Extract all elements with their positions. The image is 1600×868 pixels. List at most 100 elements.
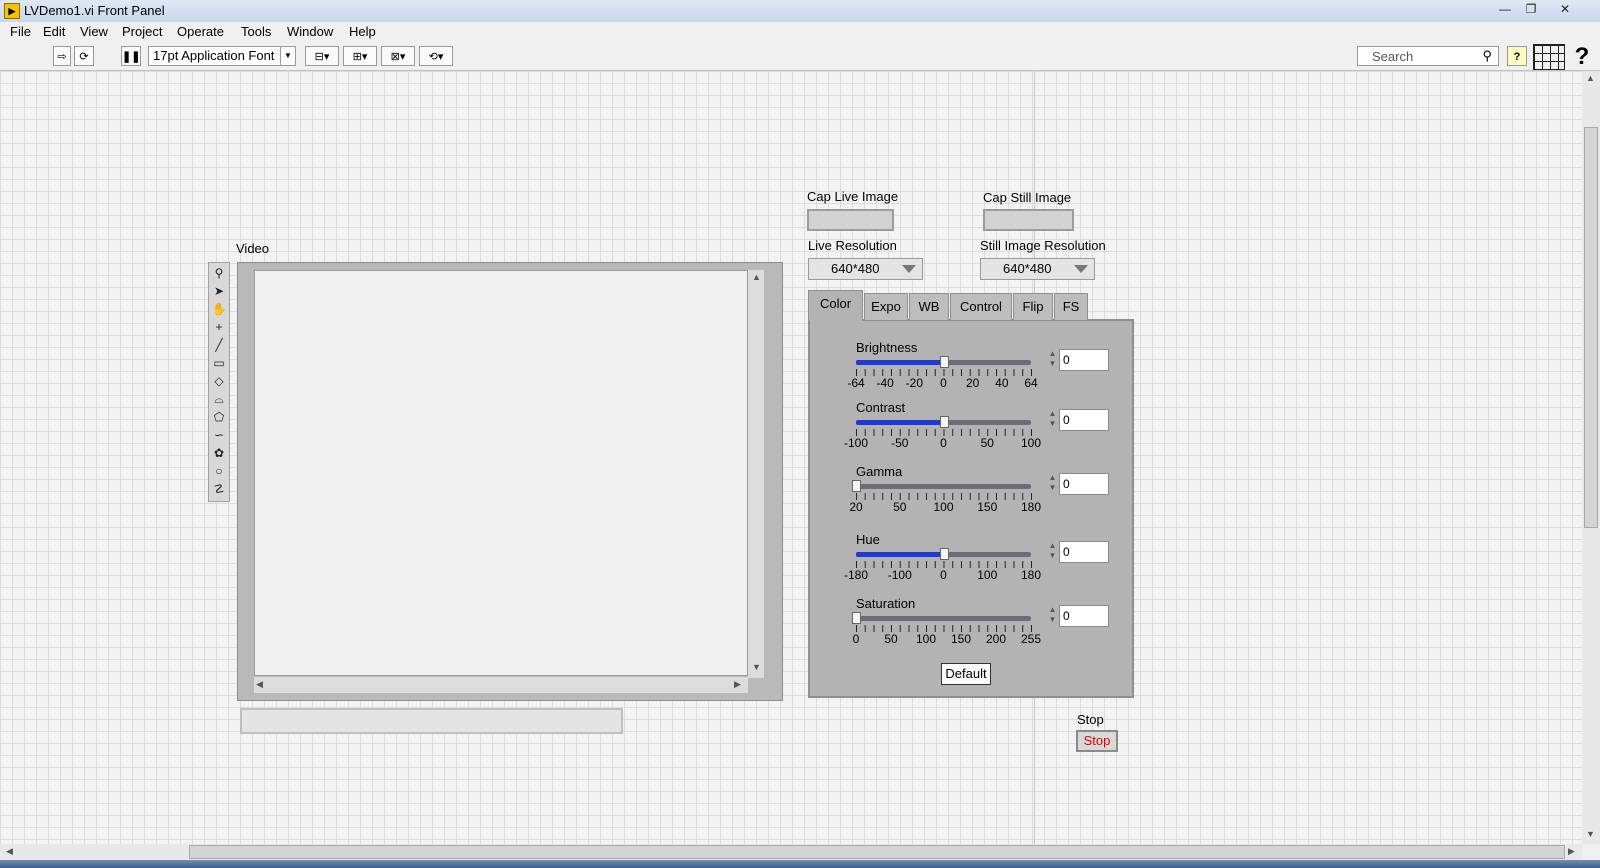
slider-value-field[interactable]: 0	[1059, 541, 1109, 563]
tab-flip[interactable]: Flip	[1013, 293, 1053, 320]
menu-file[interactable]: File	[10, 24, 31, 39]
slider-ticks	[856, 369, 1032, 376]
slider-thumb[interactable]	[940, 416, 949, 428]
video-vertical-scrollbar[interactable]: ▲ ▼	[748, 270, 764, 678]
toolbar: ⇨ ⟳ ❚❚ 17pt Application Font ▼ ⊟▾ ⊞▾ ⊠▾ …	[0, 42, 1600, 71]
scroll-left-icon[interactable]: ◀	[256, 679, 263, 690]
video-display[interactable]	[254, 270, 748, 676]
slider-thumb[interactable]	[852, 612, 861, 624]
font-select-value: 17pt Application Font	[153, 48, 275, 63]
slider-fill	[856, 360, 944, 365]
menu-tools[interactable]: Tools	[241, 24, 271, 39]
polygon-icon[interactable]: ⬠	[209, 408, 229, 426]
resize-objects-icon[interactable]: ⊠▾	[381, 46, 415, 66]
pause-icon[interactable]: ❚❚	[121, 46, 141, 66]
slider-scale-label: -50	[891, 436, 909, 450]
distribute-objects-icon[interactable]: ⊞▾	[343, 46, 377, 66]
slider-value-field[interactable]: 0	[1059, 473, 1109, 495]
live-resolution-label: Live Resolution	[808, 238, 897, 253]
run-arrow-icon[interactable]: ⇨	[53, 46, 71, 66]
slider-scale-label: 255	[1020, 632, 1042, 646]
restore-button[interactable]: ❐	[1522, 1, 1540, 18]
point-icon[interactable]: +	[209, 318, 229, 336]
menu-help[interactable]: Help	[349, 24, 376, 39]
scroll-up-icon[interactable]: ▲	[1586, 73, 1595, 83]
freehand-region-icon[interactable]: ✿	[209, 444, 229, 462]
search-input[interactable]: Search ⚲	[1357, 46, 1499, 66]
slider-track[interactable]	[856, 484, 1031, 489]
scroll-down-icon[interactable]: ▼	[1586, 829, 1595, 839]
slider-scale-label: -20	[905, 376, 923, 390]
cap-still-button[interactable]	[983, 209, 1074, 231]
line-icon[interactable]: ╱	[209, 336, 229, 354]
image-tool-palette: ⚲ ➤ ✋ + ╱ ▭ ◇ ⌓ ⬠ ∽ ✿ ○ ☡	[208, 262, 230, 502]
reorder-icon[interactable]: ⟲▾	[419, 46, 453, 66]
scroll-up-icon[interactable]: ▲	[752, 272, 761, 282]
slider-thumb[interactable]	[852, 480, 861, 492]
oval-icon[interactable]: ○	[209, 462, 229, 480]
slider-scale-label: 100	[977, 568, 998, 582]
slider-track[interactable]	[856, 616, 1031, 621]
menu-edit[interactable]: Edit	[43, 24, 65, 39]
run-continuously-icon[interactable]: ⟳	[74, 46, 94, 66]
slider-scale-label: -40	[876, 376, 894, 390]
menu-view[interactable]: View	[80, 24, 108, 39]
horizontal-scroll-thumb[interactable]	[189, 845, 1565, 859]
increment-decrement-icon[interactable]: ▲ ▼	[1048, 473, 1057, 495]
slider-scale-label: 100	[933, 500, 954, 514]
minimize-button[interactable]: —	[1496, 1, 1514, 18]
pointer-icon[interactable]: ➤	[209, 282, 229, 300]
slider-value-field[interactable]: 0	[1059, 409, 1109, 431]
slider-thumb[interactable]	[940, 548, 949, 560]
rotated-rectangle-icon[interactable]: ◇	[209, 372, 229, 390]
slider-thumb[interactable]	[940, 356, 949, 368]
slider-scale-label: 150	[950, 632, 972, 646]
tab-control[interactable]: Control	[950, 293, 1012, 320]
window-title: LVDemo1.vi Front Panel	[24, 3, 165, 18]
menu-project[interactable]: Project	[122, 24, 162, 39]
still-resolution-select[interactable]: 640*480	[980, 258, 1095, 280]
menu-bar: File Edit View Project Operate Tools Win…	[0, 22, 1600, 42]
tab-color[interactable]: Color	[808, 290, 863, 321]
zoom-icon[interactable]: ⚲	[209, 264, 229, 282]
scroll-right-icon[interactable]: ▶	[1568, 846, 1575, 857]
scroll-right-icon[interactable]: ▶	[734, 679, 741, 690]
image-info-field	[240, 708, 623, 734]
slider-value-field[interactable]: 0	[1059, 349, 1109, 371]
stop-button[interactable]: Stop	[1076, 730, 1118, 752]
annulus-icon[interactable]: ⌓	[209, 390, 229, 408]
video-label: Video	[236, 241, 270, 256]
live-resolution-select[interactable]: 640*480	[808, 258, 923, 280]
video-horizontal-scrollbar[interactable]: ◀ ▶	[254, 677, 748, 693]
menu-window[interactable]: Window	[287, 24, 333, 39]
cap-live-button[interactable]	[807, 209, 894, 231]
slider-scale-label: 64	[1024, 376, 1038, 390]
default-button[interactable]: Default	[941, 663, 991, 685]
align-objects-icon[interactable]: ⊟▾	[305, 46, 339, 66]
scroll-left-icon[interactable]: ◀	[6, 846, 13, 857]
close-button[interactable]: ✕	[1550, 1, 1580, 18]
slider-value-field[interactable]: 0	[1059, 605, 1109, 627]
font-select[interactable]: 17pt Application Font ▼	[148, 46, 296, 66]
vertical-scroll-thumb[interactable]	[1584, 127, 1598, 528]
increment-decrement-icon[interactable]: ▲ ▼	[1048, 349, 1057, 371]
scroll-down-icon[interactable]: ▼	[752, 662, 761, 672]
tab-fs[interactable]: FS	[1054, 293, 1088, 320]
chevron-down-icon: ▼	[280, 47, 295, 65]
increment-decrement-icon[interactable]: ▲ ▼	[1048, 409, 1057, 431]
context-help-icon[interactable]: ?	[1507, 46, 1527, 66]
hand-icon[interactable]: ✋	[209, 300, 229, 318]
increment-decrement-icon[interactable]: ▲ ▼	[1048, 605, 1057, 627]
tab-wb[interactable]: WB	[909, 293, 949, 320]
tab-expo[interactable]: Expo	[864, 293, 908, 320]
rectangle-icon[interactable]: ▭	[209, 354, 229, 372]
menu-operate[interactable]: Operate	[177, 24, 224, 39]
broken-line-icon[interactable]: ☡	[209, 480, 229, 498]
freehand-line-icon[interactable]: ∽	[209, 426, 229, 444]
vi-help-icon: ?	[1574, 43, 1590, 70]
slider-scale-label: 20	[849, 500, 863, 514]
slider-ticks	[856, 493, 1032, 500]
search-icon[interactable]: ⚲	[1482, 48, 1492, 64]
connector-pane-icon[interactable]	[1533, 44, 1565, 70]
increment-decrement-icon[interactable]: ▲ ▼	[1048, 541, 1057, 563]
